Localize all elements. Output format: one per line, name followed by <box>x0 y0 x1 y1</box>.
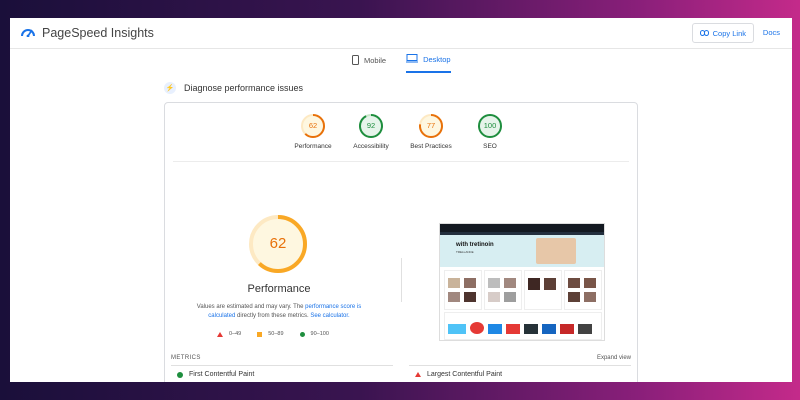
screenshot-product <box>528 278 540 290</box>
screenshot-block <box>524 270 562 310</box>
score-value: 100 <box>483 121 497 130</box>
diagnose-title: Diagnose performance issues <box>184 83 304 93</box>
performance-title: Performance <box>247 283 311 295</box>
legend-item-poor: 0–49 <box>217 331 241 337</box>
score-label: Accessibility <box>353 143 389 150</box>
metrics-divider <box>409 365 631 366</box>
top-bar: PageSpeed Insights Copy Link Docs <box>10 18 792 49</box>
screenshot-product <box>448 278 460 288</box>
screenshot-product <box>488 292 500 302</box>
green-circle-icon <box>177 371 183 378</box>
score-gauge: 92 <box>358 113 384 139</box>
screenshot-hero-sub: TRELLANCE <box>456 250 474 254</box>
score-value: 62 <box>308 121 318 130</box>
screenshot-product <box>464 292 476 302</box>
copy-link-label: Copy Link <box>712 28 746 38</box>
performance-gauge: 62 <box>247 213 309 275</box>
brand[interactable]: PageSpeed Insights <box>20 24 154 42</box>
desktop-icon <box>406 54 419 65</box>
score-value: 92 <box>366 121 376 130</box>
screenshot-product <box>504 278 516 288</box>
mobile-icon <box>352 54 359 67</box>
browser-window: PageSpeed Insights Copy Link Docs Mobile… <box>10 18 792 382</box>
score-label: Best Practices <box>410 143 452 150</box>
divider <box>173 161 629 162</box>
screenshot-product <box>488 324 502 334</box>
metrics-heading: METRICS <box>171 355 201 361</box>
page-screenshot: with tretinoin TRELLANCE <box>439 223 605 341</box>
tab-mobile-label: Mobile <box>364 56 387 65</box>
metric-label: Largest Contentful Paint <box>427 371 503 378</box>
score-seo[interactable]: 100 SEO <box>460 113 520 150</box>
screenshot-product <box>464 278 476 288</box>
screenshot-product <box>448 324 466 334</box>
screenshot-product <box>504 292 516 302</box>
screenshot-product <box>584 278 596 288</box>
pagespeed-logo-icon <box>20 24 36 42</box>
score-value: 77 <box>426 121 436 130</box>
screenshot-product <box>448 292 460 302</box>
performance-description: Values are estimated and may vary. The p… <box>183 303 375 321</box>
score-accessibility[interactable]: 92 Accessibility <box>341 113 401 150</box>
report-card: 62 Performance 92 Accessibility 77 Best … <box>164 102 638 382</box>
screenshot-product <box>544 278 556 290</box>
expand-view-toggle[interactable]: Expand view <box>597 355 631 361</box>
score-performance[interactable]: 62 Performance <box>283 113 343 150</box>
screenshot-block <box>444 270 482 310</box>
red-triangle-icon <box>415 372 421 377</box>
screenshot-product <box>524 324 538 334</box>
app-title: PageSpeed Insights <box>42 26 154 40</box>
screenshot-product <box>506 324 520 334</box>
legend-item-good: 90–100 <box>299 331 329 337</box>
diagnose-header: ⚡ Diagnose performance issues <box>164 82 303 94</box>
lightning-icon: ⚡ <box>164 82 176 94</box>
screenshot-product <box>568 278 580 288</box>
red-triangle-icon <box>217 331 223 337</box>
score-label: Performance <box>294 143 332 150</box>
see-calculator-link[interactable]: See calculator. <box>310 313 349 319</box>
metric-first-contentful-paint: First Contentful Paint <box>177 371 254 378</box>
orange-square-icon <box>257 331 263 337</box>
score-best-practices[interactable]: 77 Best Practices <box>401 113 461 150</box>
link-icon <box>699 29 709 38</box>
green-circle-icon <box>299 331 305 337</box>
score-gauge: 62 <box>300 113 326 139</box>
device-tabs: Mobile Desktop <box>352 54 451 73</box>
score-legend: 0–49 50–89 90–100 <box>217 331 329 337</box>
screenshot-product <box>584 292 596 302</box>
copy-link-button[interactable]: Copy Link <box>691 23 754 43</box>
screenshot-product <box>470 322 484 334</box>
metrics-divider <box>171 365 393 366</box>
score-gauge: 100 <box>477 113 503 139</box>
scores-row: 62 Performance 92 Accessibility 77 Best … <box>165 113 637 163</box>
screenshot-hero-image <box>536 238 576 264</box>
desc-text: Values are estimated and may vary. The <box>196 304 306 310</box>
docs-link[interactable]: Docs <box>763 28 780 37</box>
tab-mobile[interactable]: Mobile <box>352 54 386 73</box>
legend-label: 50–89 <box>268 331 284 337</box>
screenshot-product <box>578 324 592 334</box>
vertical-divider <box>401 258 402 302</box>
screenshot-product <box>560 324 574 334</box>
desc-text: directly from these metrics. <box>235 313 311 319</box>
performance-score: 62 <box>269 235 287 252</box>
screenshot-product <box>488 278 500 288</box>
tab-desktop[interactable]: Desktop <box>406 54 451 73</box>
legend-item-average: 50–89 <box>257 331 284 337</box>
metric-label: First Contentful Paint <box>189 371 255 378</box>
score-label: SEO <box>483 143 497 150</box>
screenshot-product <box>568 292 580 302</box>
screenshot-product <box>542 324 556 334</box>
screenshot-block <box>564 270 602 310</box>
legend-label: 90–100 <box>310 331 329 337</box>
tab-desktop-label: Desktop <box>423 55 451 64</box>
score-gauge: 77 <box>418 113 444 139</box>
legend-label: 0–49 <box>229 331 242 337</box>
screenshot-header-bar <box>440 224 604 232</box>
metric-largest-contentful-paint: Largest Contentful Paint <box>415 371 502 378</box>
screenshot-hero-text: with tretinoin <box>456 242 494 248</box>
screenshot-block <box>484 270 522 310</box>
